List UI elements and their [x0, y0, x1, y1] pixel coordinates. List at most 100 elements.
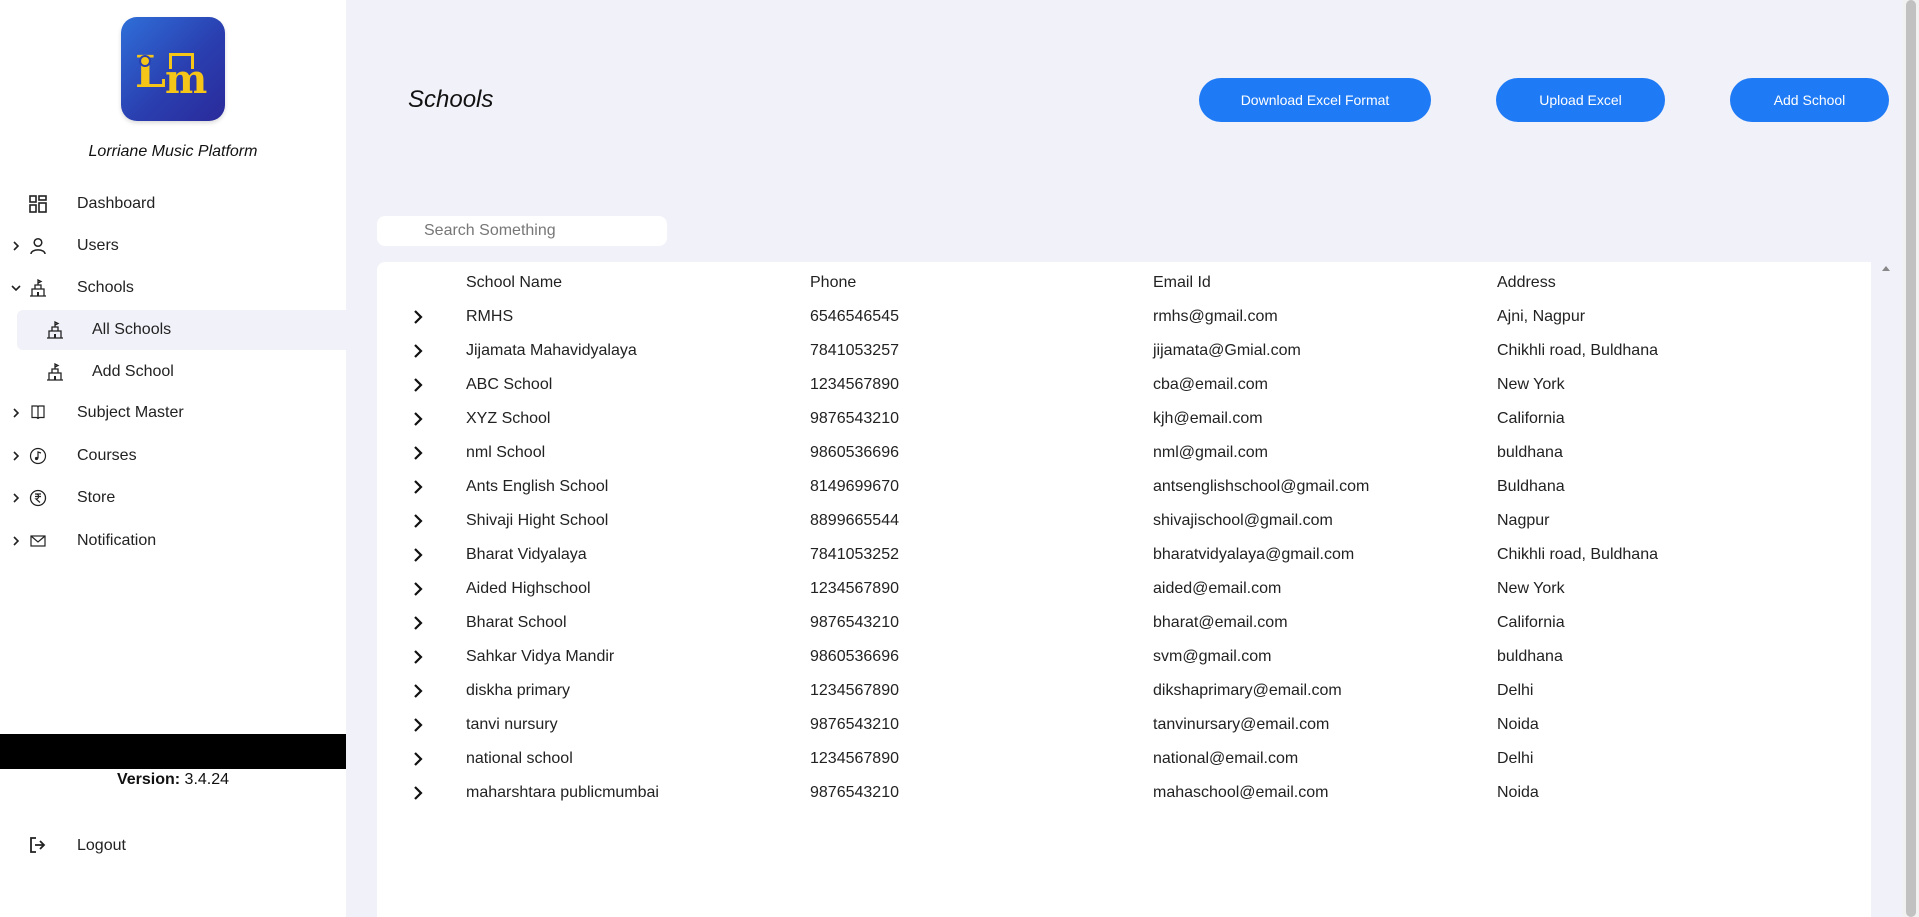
cell-phone: 9876543210 — [810, 784, 899, 801]
cell-phone: 9876543210 — [810, 410, 899, 427]
sidebar-item-label: Subject Master — [77, 404, 184, 421]
chevron-right-icon[interactable] — [409, 376, 427, 394]
table-row[interactable]: maharshtara publicmumbai 9876543210 mahasc… — [377, 776, 1871, 810]
column-header-school-name[interactable]: School Name — [466, 274, 562, 292]
chevron-right-icon[interactable] — [409, 444, 427, 462]
cell-phone: 9860536696 — [810, 444, 899, 461]
cell-address: Chikhli road, Buldhana — [1497, 546, 1658, 563]
sidebar-item-store[interactable]: Store — [0, 478, 346, 518]
user-icon — [30, 237, 46, 255]
chevron-right-icon[interactable] — [409, 750, 427, 768]
chevron-right-icon — [13, 408, 20, 418]
column-header-address[interactable]: Address — [1497, 274, 1556, 292]
logout-button[interactable]: Logout — [0, 825, 346, 865]
cell-school-name: Shivaji Hight School — [466, 512, 609, 529]
cell-address: California — [1497, 410, 1565, 427]
table-row[interactable]: Aided Highschool 1234567890 aided@email.co… — [377, 572, 1871, 606]
add-school-button[interactable]: Add School — [1730, 78, 1889, 122]
cell-phone: 6546546545 — [810, 308, 899, 325]
cell-email: nml@gmail.com — [1153, 444, 1268, 461]
cell-phone: 1234567890 — [810, 376, 899, 393]
chevron-right-icon[interactable] — [409, 308, 427, 326]
sidebar-item-subject-master[interactable]: Subject Master — [0, 393, 346, 433]
cell-phone: 1234567890 — [810, 580, 899, 597]
chevron-right-icon — [13, 241, 20, 251]
search-input[interactable] — [377, 216, 667, 246]
cell-school-name: Jijamata Mahavidyalaya — [466, 342, 637, 359]
chevron-right-icon — [13, 493, 20, 503]
sidebar-item-label: Courses — [77, 447, 137, 464]
chevron-right-icon — [13, 451, 20, 461]
upload-excel-button[interactable]: Upload Excel — [1496, 78, 1665, 122]
chevron-right-icon[interactable] — [409, 716, 427, 734]
chevron-right-icon[interactable] — [409, 512, 427, 530]
chevron-right-icon[interactable] — [409, 580, 427, 598]
cell-email: aided@email.com — [1153, 580, 1282, 597]
chevron-right-icon[interactable] — [409, 342, 427, 360]
chevron-right-icon[interactable] — [409, 546, 427, 564]
cell-school-name: RMHS — [466, 308, 514, 325]
table-row[interactable]: XYZ School 9876543210 kjh@email.com Califor… — [377, 402, 1871, 436]
sidebar-item-label: Users — [77, 237, 119, 254]
table-row[interactable]: Bharat Vidyalaya 7841053252 bharatvidyalay… — [377, 538, 1871, 572]
table-row[interactable]: tanvi nursury 9876543210 tanvinursary@emai… — [377, 708, 1871, 742]
table-row[interactable]: Jijamata Mahavidyalaya 7841053257 jijamata… — [377, 334, 1871, 368]
table-row[interactable]: Bharat School 9876543210 bharat@email.com C… — [377, 606, 1871, 640]
cell-address: buldhana — [1497, 444, 1563, 461]
version-value: 3.4.24 — [184, 771, 230, 788]
cell-school-name: Aided Highschool — [466, 580, 591, 597]
table-row[interactable]: Sahkar Vidya Mandir 9860536696 svm@gmail.c… — [377, 640, 1871, 674]
sidebar-subitem-add-school[interactable]: Add School — [17, 352, 346, 392]
table-row[interactable]: Shivaji Hight School 8899665544 shivajisch… — [377, 504, 1871, 538]
school-building-icon — [47, 363, 63, 381]
sidebar-item-label: Store — [77, 489, 116, 506]
cell-address: Delhi — [1497, 750, 1534, 767]
page-scrollbar-thumb[interactable] — [1906, 0, 1916, 917]
sidebar-subitem-label: All Schools — [92, 321, 172, 338]
page-scrollbar[interactable] — [1903, 0, 1919, 917]
column-header-phone[interactable]: Phone — [810, 274, 856, 292]
chevron-right-icon[interactable] — [409, 648, 427, 666]
scroll-up-arrow-icon[interactable] — [1882, 266, 1890, 271]
cell-school-name: Sahkar Vidya Mandir — [466, 648, 615, 665]
sidebar-item-users[interactable]: Users — [0, 226, 346, 266]
chevron-right-icon[interactable] — [409, 478, 427, 496]
sidebar-subitem-all-schools[interactable]: All Schools — [17, 310, 346, 350]
download-excel-format-button[interactable]: Download Excel Format — [1199, 78, 1431, 122]
cell-phone: 7841053252 — [810, 546, 899, 563]
table-row[interactable]: diskha primary 1234567890 dikshaprimary@em… — [377, 674, 1871, 708]
cell-email: shivajischool@gmail.com — [1153, 512, 1333, 529]
cell-phone: 1234567890 — [810, 682, 899, 699]
column-header-email[interactable]: Email Id — [1153, 274, 1211, 292]
cell-email: rmhs@gmail.com — [1153, 308, 1278, 325]
cell-address: California — [1497, 614, 1565, 631]
sidebar-item-schools[interactable]: Schools — [0, 268, 346, 308]
cell-school-name: diskha primary — [466, 682, 571, 699]
cell-phone: 9876543210 — [810, 614, 899, 631]
chevron-right-icon[interactable] — [409, 614, 427, 632]
cell-address: Nagpur — [1497, 512, 1550, 529]
cell-address: Ajni, Nagpur — [1497, 308, 1586, 325]
table-row[interactable]: nml School 9860536696 nml@gmail.com buldhan… — [377, 436, 1871, 470]
sidebar-item-notification[interactable]: Notification — [0, 521, 346, 561]
cell-email: tanvinursary@email.com — [1153, 716, 1330, 733]
cell-phone: 8149699670 — [810, 478, 899, 495]
table-scrollbar[interactable] — [1871, 262, 1903, 917]
lm-logo-icon: L m — [135, 47, 207, 103]
chevron-right-icon[interactable] — [409, 682, 427, 700]
cell-address: Chikhli road, Buldhana — [1497, 342, 1658, 359]
cell-phone: 9876543210 — [810, 716, 899, 733]
table-row[interactable]: Ants English School 8149699670 antsenglish… — [377, 470, 1871, 504]
chevron-right-icon[interactable] — [409, 784, 427, 802]
chevron-right-icon[interactable] — [409, 410, 427, 428]
cell-school-name: XYZ School — [466, 410, 551, 427]
table-row[interactable]: RMHS 6546546545 rmhs@gmail.com Ajni, Nagpur — [377, 300, 1871, 334]
table-row[interactable]: national school 1234567890 national@email.… — [377, 742, 1871, 776]
app-logo[interactable]: L m — [121, 17, 225, 121]
sidebar-item-courses[interactable]: Courses — [0, 436, 346, 476]
table-row[interactable]: ABC School 1234567890 cba@email.com New Yor… — [377, 368, 1871, 402]
cell-email: svm@gmail.com — [1153, 648, 1272, 665]
sidebar-item-label: Schools — [77, 279, 134, 296]
cell-school-name: Bharat Vidyalaya — [466, 546, 587, 563]
sidebar-item-dashboard[interactable]: Dashboard — [0, 184, 346, 224]
